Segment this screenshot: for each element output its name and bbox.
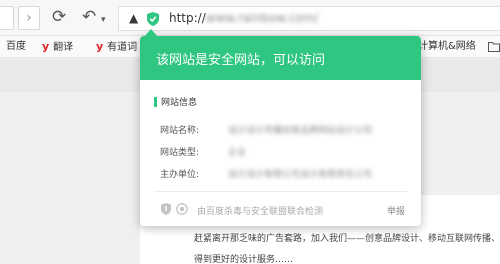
- popup-title: 该网站是安全网站，可以访问: [156, 53, 326, 68]
- security-alliance-icon: [176, 203, 188, 215]
- site-name-value: 设计设计传播创意品牌网站设计公司: [228, 126, 373, 136]
- bookmark-computer-network[interactable]: 计算机&网络: [418, 40, 476, 54]
- site-type-label: 网站类型:: [160, 148, 200, 158]
- back-button[interactable]: [0, 6, 14, 30]
- undo-menu-icon[interactable]: ▾: [101, 10, 106, 30]
- bookmark-baidu[interactable]: 百度: [6, 40, 26, 54]
- bookmark-label: 百度: [6, 41, 26, 52]
- section-accent-bar: [154, 97, 157, 107]
- bookmark-label: 有道词: [107, 42, 138, 53]
- popup-header: 该网站是安全网站，可以访问: [140, 36, 421, 80]
- url-domain: www.rainbow.com/: [205, 11, 319, 25]
- report-link[interactable]: 举报: [387, 204, 405, 217]
- organizer-label: 主办单位:: [160, 170, 200, 180]
- shield-icon[interactable]: [147, 12, 159, 26]
- forward-icon: ›: [26, 10, 32, 26]
- bookmark-label: 计算机&网络: [418, 41, 476, 52]
- popup-divider: [154, 191, 407, 192]
- browser-toolbar: › ⟳ ↶ ▾ ▲ http://www.rainbow.com/: [0, 0, 500, 36]
- detection-note: 由百度杀毒与安全联盟联合检测: [197, 207, 324, 217]
- address-bar[interactable]: ▲ http://www.rainbow.com/: [118, 6, 500, 31]
- antivirus-shield-icon: [161, 203, 171, 215]
- undo-icon[interactable]: ↶: [82, 7, 96, 27]
- folder-icon[interactable]: [488, 41, 500, 52]
- bookmark-youdao[interactable]: y 有道词: [96, 40, 137, 55]
- url-prefix: http://: [169, 11, 206, 25]
- bookmark-fanyi[interactable]: y 翻译: [42, 40, 73, 55]
- url-text[interactable]: http://www.rainbow.com/: [169, 11, 318, 25]
- popup-pointer: [144, 29, 158, 37]
- refresh-icon[interactable]: ⟳: [52, 7, 66, 27]
- bookmark-label: 翻译: [53, 42, 74, 53]
- forward-button[interactable]: ›: [18, 6, 40, 30]
- accelerate-icon[interactable]: ▲: [129, 11, 138, 25]
- site-type-value: 企业: [228, 148, 247, 158]
- site-safety-popup: 该网站是安全网站，可以访问 网站信息 网站名称: 设计设计传播创意品牌网站设计公…: [140, 36, 421, 226]
- site-name-label: 网站名称:: [160, 126, 200, 136]
- page-text-line: 赶紧离开那乏味的广告套路，加入我们——创意品牌设计、移动互联网传播、随: [194, 234, 500, 244]
- section-title: 网站信息: [161, 98, 198, 108]
- organizer-value: 设计设计有限公司设计有限责任公司: [228, 170, 373, 180]
- youdao-icon: y: [96, 40, 104, 53]
- page-text-line: 得到更好的设计服务……: [194, 255, 294, 264]
- youdao-icon: y: [42, 40, 50, 53]
